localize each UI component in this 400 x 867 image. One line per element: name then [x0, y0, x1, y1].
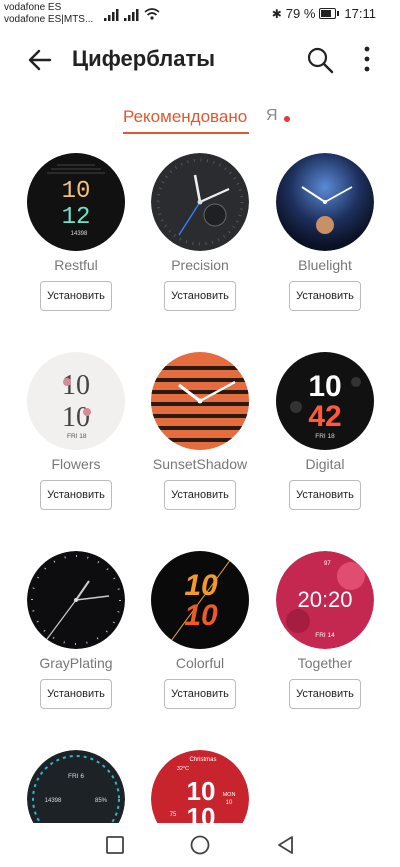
watchface-card-grayplating: GrayPlating Установить — [21, 551, 131, 721]
watchface-card-digital: 10 42 FRI 18 Digital Установить — [270, 352, 380, 522]
watchface-name: Precision — [171, 257, 229, 273]
digital-minutes: 42 — [308, 400, 341, 433]
watchface-name: GrayPlating — [39, 655, 113, 671]
christmas-steps: 75 — [170, 812, 177, 818]
flowers-face-art: 10 10 FRI 18 — [27, 352, 125, 450]
battery-icon — [319, 8, 340, 19]
tab-indicator — [123, 132, 249, 134]
sunsetshadow-face-art — [151, 352, 249, 450]
watchface-preview-colorful[interactable]: 10 10 — [151, 551, 249, 649]
restful-line2: 12 — [62, 204, 91, 231]
tab-recommended[interactable]: Рекомендовано — [123, 107, 247, 127]
precision-face-art — [151, 153, 249, 251]
grayplating-face-art — [27, 551, 125, 649]
watchface-name: Colorful — [175, 655, 225, 671]
watchface-preview-grayplating[interactable] — [27, 551, 125, 649]
watchface-preview-sunsetshadow[interactable] — [151, 352, 249, 450]
together-heart-rate: 97 — [324, 561, 331, 567]
install-button[interactable]: Установить — [164, 281, 236, 311]
sport-date: FRI 6 — [68, 773, 84, 780]
system-nav-bar — [0, 823, 400, 867]
watchface-name: Bluelight — [298, 257, 352, 273]
christmas-face-art: Christmas 32°C 10 10 MON 10 75 — [151, 750, 249, 823]
together-time: 20:20 — [297, 587, 352, 612]
watchface-card-bluelight: Bluelight Установить — [270, 153, 380, 323]
recent-apps-icon[interactable] — [105, 835, 125, 855]
digital-date: FRI 18 — [315, 433, 335, 440]
carrier-1: vodafone ES — [4, 2, 62, 13]
watchface-preview-bluelight[interactable] — [276, 153, 374, 251]
notification-dot — [284, 116, 290, 122]
watchface-card-sunsetshadow: SunsetShadow Установить — [145, 352, 255, 522]
christmas-day: MON — [223, 792, 236, 798]
watchface-card-colorful: 10 10 Colorful Установить — [145, 551, 255, 721]
christmas-label: Christmas — [189, 757, 216, 763]
tab-mine[interactable]: Я — [266, 107, 278, 125]
carrier-info: vodafone ES vodafone ES|MTS... — [4, 2, 93, 26]
page-title: Циферблаты — [72, 46, 216, 71]
search-icon[interactable] — [306, 46, 334, 74]
watchface-name: Digital — [305, 456, 345, 472]
sport-face-art: FRI 6 14398 85% — [27, 750, 125, 823]
install-button[interactable]: Установить — [289, 281, 361, 311]
home-icon[interactable] — [190, 835, 210, 855]
watchface-preview-christmas[interactable]: Christmas 32°C 10 10 MON 10 75 — [151, 750, 249, 823]
watchface-name: Restful — [54, 257, 98, 273]
watchface-card-precision: Precision Установить — [145, 153, 255, 323]
christmas-minutes: 10 — [187, 802, 216, 823]
watchface-name: SunsetShadow — [152, 456, 248, 472]
watchface-card-together: 97 20:20 FRI 14 Together Установить — [270, 551, 380, 721]
arrow-left-icon[interactable] — [26, 46, 54, 74]
colorful-minutes: 10 — [184, 599, 218, 632]
flowers-date: FRI 18 — [67, 433, 87, 440]
battery-text: 79 % — [285, 6, 316, 21]
colorful-face-art: 10 10 — [151, 551, 249, 649]
restful-line1: 10 — [62, 178, 91, 205]
install-button[interactable]: Установить — [164, 480, 236, 510]
tab-bar: Рекомендовано Я — [0, 104, 400, 134]
signal-icon — [104, 9, 119, 21]
digital-hours: 10 — [308, 370, 341, 403]
watchface-card-christmas: Christmas 32°C 10 10 MON 10 75 — [145, 750, 255, 823]
back-triangle-icon[interactable] — [276, 835, 296, 855]
install-button[interactable]: Установить — [40, 480, 112, 510]
watchface-name: Together — [297, 655, 353, 671]
wifi-icon — [144, 8, 160, 20]
sport-battery: 85% — [95, 798, 108, 804]
watchface-card-sport: FRI 6 14398 85% — [21, 750, 131, 823]
install-button[interactable]: Установить — [40, 281, 112, 311]
colorful-hours: 10 — [184, 569, 218, 602]
install-button[interactable]: Установить — [289, 679, 361, 709]
app-bar: Циферблаты — [0, 30, 400, 90]
install-button[interactable]: Установить — [289, 480, 361, 510]
install-button[interactable]: Установить — [164, 679, 236, 709]
watchface-card-flowers: 10 10 FRI 18 Flowers Установить — [21, 352, 131, 522]
watchface-preview-sport[interactable]: FRI 6 14398 85% — [27, 750, 125, 823]
watchface-preview-restful[interactable]: 10 12 14398 — [27, 153, 125, 251]
restful-face-art: 10 12 14398 — [27, 153, 125, 251]
sport-steps: 14398 — [45, 798, 62, 804]
restful-steps: 14398 — [71, 231, 88, 237]
watchface-name: Flowers — [51, 456, 101, 472]
more-vertical-icon[interactable] — [360, 44, 374, 74]
watchface-preview-together[interactable]: 97 20:20 FRI 14 — [276, 551, 374, 649]
flowers-line2: 10 — [62, 402, 90, 433]
bluelight-face-art — [276, 153, 374, 251]
install-button[interactable]: Установить — [40, 679, 112, 709]
status-bar: vodafone ES vodafone ES|MTS... ✱ 79 % 17… — [0, 0, 400, 30]
christmas-date: 10 — [226, 800, 233, 806]
bluetooth-icon: ✱ — [271, 6, 282, 21]
watchface-card-restful: 10 12 14398 Restful Установить — [21, 153, 131, 323]
watchface-preview-precision[interactable] — [151, 153, 249, 251]
clock: 17:11 — [344, 6, 376, 21]
status-right: ✱ 79 % 17:11 — [272, 6, 376, 21]
together-face-art: 97 20:20 FRI 14 — [276, 551, 374, 649]
carrier-2: vodafone ES|MTS... — [4, 14, 94, 25]
signal-icon-2 — [124, 9, 139, 21]
digital-face-art: 10 42 FRI 18 — [276, 352, 374, 450]
christmas-temp: 32°C — [177, 766, 189, 772]
together-date: FRI 14 — [315, 632, 335, 639]
watchface-preview-flowers[interactable]: 10 10 FRI 18 — [27, 352, 125, 450]
watchface-preview-digital[interactable]: 10 42 FRI 18 — [276, 352, 374, 450]
